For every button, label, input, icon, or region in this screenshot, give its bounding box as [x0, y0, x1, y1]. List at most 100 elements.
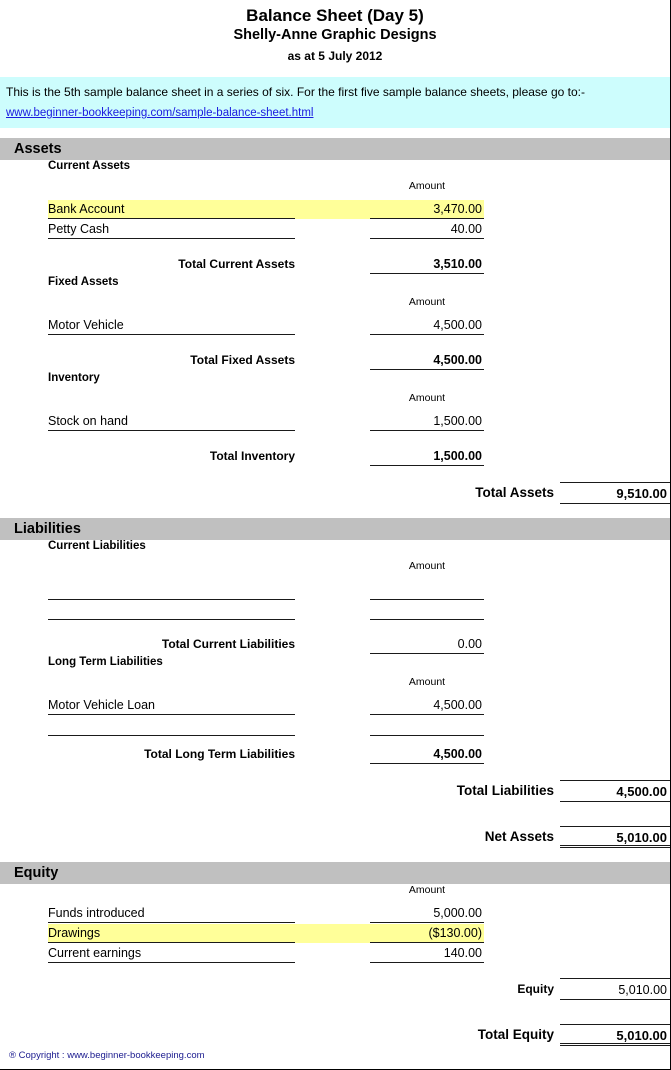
line-item-description: Drawings	[48, 924, 295, 943]
table-row-empty[interactable]	[0, 580, 670, 600]
total-fixed-assets-amount: 4,500.00	[370, 350, 484, 370]
line-item-amount: 4,500.00	[370, 316, 484, 335]
line-item-amount: 3,470.00	[370, 200, 484, 219]
company-name: Shelly-Anne Graphic Designs	[233, 27, 437, 43]
page-title: Balance Sheet (Day 5)	[246, 6, 424, 25]
line-item-description: Bank Account	[48, 200, 295, 219]
net-assets-amount: 5,010.00	[560, 826, 670, 848]
amount-header-row-long-term-liabilities: Amount	[0, 676, 670, 696]
line-item-amount: ($130.00)	[370, 924, 484, 943]
subheading-inventory: Inventory	[48, 372, 100, 384]
amount-header-row-inventory: Amount	[0, 392, 670, 412]
line-item-amount: 140.00	[370, 944, 484, 963]
line-item-description: Stock on hand	[48, 412, 295, 431]
row-highlight-fill	[295, 924, 370, 943]
table-row[interactable]: Drawings ($130.00)	[0, 924, 670, 944]
line-item-description-empty	[48, 580, 295, 600]
subheading-long-term-liabilities: Long Term Liabilities	[48, 656, 163, 668]
subheading-current-assets-row: Current Assets	[0, 160, 670, 180]
amount-header-row-fixed-assets: Amount	[0, 296, 670, 316]
line-item-amount: 4,500.00	[370, 696, 484, 715]
amount-column-header: Amount	[408, 884, 446, 896]
total-liabilities-label: Total Liabilities	[456, 783, 554, 798]
total-assets-row: Total Assets 9,510.00	[0, 482, 670, 508]
total-liabilities-row: Total Liabilities 4,500.00	[0, 780, 670, 806]
table-row-empty[interactable]	[0, 716, 670, 736]
line-item-description: Funds introduced	[48, 904, 295, 923]
table-row[interactable]: Current earnings 140.00	[0, 944, 670, 964]
total-fixed-assets-row: Total Fixed Assets 4,500.00	[0, 350, 670, 372]
line-item-description-empty	[48, 716, 295, 736]
equity-subtotal-amount: 5,010.00	[560, 978, 670, 1000]
equity-subtotal-label: Equity	[517, 982, 554, 996]
amount-header-row-current-liabilities: Amount	[0, 560, 670, 580]
table-row-empty[interactable]	[0, 600, 670, 620]
table-row[interactable]: Petty Cash 40.00	[0, 220, 670, 240]
amount-header-row-current-assets: Amount	[0, 180, 670, 200]
line-item-description: Current earnings	[48, 944, 295, 963]
total-equity-label: Total Equity	[477, 1027, 554, 1042]
line-item-amount: 40.00	[370, 220, 484, 239]
report-date: as at 5 July 2012	[287, 49, 383, 63]
table-row[interactable]: Funds introduced 5,000.00	[0, 904, 670, 924]
amount-column-header: Amount	[408, 180, 446, 192]
total-liabilities-amount: 4,500.00	[560, 780, 670, 802]
total-current-liabilities-label: Total Current Liabilities	[161, 637, 295, 651]
total-long-term-liabilities-row: Total Long Term Liabilities 4,500.00	[0, 744, 670, 766]
equity-subtotal-row: Equity 5,010.00	[0, 978, 670, 1004]
total-equity-row: Total Equity 5,010.00	[0, 1024, 670, 1050]
copyright-notice: ® Copyright : www.beginner-bookkeeping.c…	[9, 1050, 205, 1061]
amount-column-header: Amount	[408, 676, 446, 688]
total-long-term-liabilities-amount: 4,500.00	[370, 744, 484, 764]
total-current-assets-row: Total Current Assets 3,510.00	[0, 254, 670, 276]
line-item-amount: 1,500.00	[370, 412, 484, 431]
subheading-current-assets: Current Assets	[48, 160, 131, 172]
line-item-description: Petty Cash	[48, 220, 295, 239]
section-header-liabilities: Liabilities	[0, 518, 670, 540]
balance-sheet-page: Balance Sheet (Day 5) Shelly-Anne Graphi…	[0, 0, 671, 1070]
subheading-long-term-liabilities-row: Long Term Liabilities	[0, 656, 670, 676]
total-current-assets-amount: 3,510.00	[370, 254, 484, 274]
line-item-amount-empty	[370, 600, 484, 620]
table-row[interactable]: Bank Account 3,470.00	[0, 200, 670, 220]
table-row[interactable]: Motor Vehicle 4,500.00	[0, 316, 670, 336]
amount-header-row-equity: Amount	[0, 884, 670, 904]
total-current-liabilities-amount: 0.00	[370, 634, 484, 654]
amount-column-header: Amount	[408, 560, 446, 572]
section-header-assets: Assets	[0, 138, 670, 160]
notice-link[interactable]: www.beginner-bookkeeping.com/sample-bala…	[6, 104, 313, 123]
table-row[interactable]: Stock on hand 1,500.00	[0, 412, 670, 432]
report-title-block: Balance Sheet (Day 5) Shelly-Anne Graphi…	[0, 0, 670, 66]
total-assets-amount: 9,510.00	[560, 482, 670, 504]
amount-column-header: Amount	[408, 392, 446, 404]
subheading-fixed-assets-row: Fixed Assets	[0, 276, 670, 296]
table-row[interactable]: Motor Vehicle Loan 4,500.00	[0, 696, 670, 716]
total-fixed-assets-label: Total Fixed Assets	[190, 353, 295, 367]
section-header-equity: Equity	[0, 862, 670, 884]
subheading-current-liabilities: Current Liabilities	[48, 540, 146, 552]
net-assets-row: Net Assets 5,010.00	[0, 826, 670, 852]
total-inventory-row: Total Inventory 1,500.00	[0, 446, 670, 468]
total-equity-amount: 5,010.00	[560, 1024, 670, 1046]
line-item-amount-empty	[370, 580, 484, 600]
total-current-liabilities-row: Total Current Liabilities 0.00	[0, 634, 670, 656]
line-item-description-empty	[48, 600, 295, 620]
net-assets-label: Net Assets	[484, 829, 554, 844]
subheading-fixed-assets: Fixed Assets	[48, 276, 119, 288]
total-long-term-liabilities-label: Total Long Term Liabilities	[144, 747, 295, 761]
total-inventory-label: Total Inventory	[209, 449, 295, 463]
line-item-description: Motor Vehicle	[48, 316, 295, 335]
amount-column-header: Amount	[408, 296, 446, 308]
total-assets-label: Total Assets	[475, 485, 554, 500]
line-item-amount-empty	[370, 716, 484, 736]
